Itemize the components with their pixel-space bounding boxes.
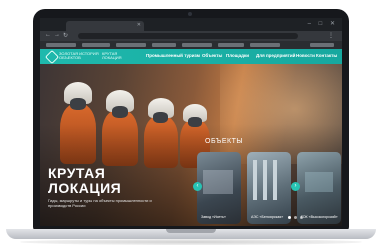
bookmark-item[interactable] bbox=[182, 43, 212, 47]
carousel-dots bbox=[288, 216, 328, 220]
bookmark-item[interactable] bbox=[46, 43, 76, 47]
objects-heading: ОБЪЕКТЫ bbox=[205, 138, 244, 145]
site-logo[interactable]: ЗОЛОТАЯ ИСТОРИЯ ОБЪЕКТОВ bbox=[44, 49, 99, 65]
forward-icon[interactable]: → bbox=[54, 32, 60, 38]
tab-close-icon[interactable]: ✕ bbox=[137, 22, 141, 28]
browser-tab[interactable]: ✕ bbox=[66, 21, 144, 31]
nav-item-for-companies[interactable]: Для предприятий bbox=[256, 53, 295, 58]
browser-tabbar: ✕ – □ ✕ bbox=[40, 18, 342, 31]
nav-item-objects[interactable]: Объекты bbox=[202, 53, 222, 58]
bookmark-item[interactable] bbox=[116, 43, 146, 47]
laptop-shadow bbox=[20, 239, 362, 245]
url-input[interactable] bbox=[78, 33, 298, 39]
carousel-dot[interactable] bbox=[300, 216, 303, 219]
laptop-notch bbox=[166, 229, 216, 233]
bookmark-item[interactable] bbox=[310, 43, 334, 47]
object-card[interactable]: Завод «Исеть» bbox=[197, 152, 241, 224]
bookmark-item[interactable] bbox=[250, 43, 280, 47]
carousel-dot[interactable] bbox=[294, 216, 297, 219]
logo-text: ЗОЛОТАЯ ИСТОРИЯ ОБЪЕКТОВ bbox=[59, 51, 99, 60]
window-controls[interactable]: – □ ✕ bbox=[308, 20, 338, 27]
objects-carousel: Завод «Исеть» АЭС «Белоярская» ГОК «Высо… bbox=[193, 152, 342, 224]
site-logo-secondary[interactable]: КРУТАЯ ЛОКАЦИЯ bbox=[102, 52, 132, 60]
nav-item-venues[interactable]: Площадки bbox=[226, 53, 249, 58]
bookmark-item[interactable] bbox=[82, 43, 110, 47]
menu-icon[interactable]: ⋮ bbox=[328, 32, 334, 39]
object-card-label: АЭС «Белоярская» bbox=[251, 214, 284, 219]
nav-item-contacts[interactable]: Контакты bbox=[316, 53, 337, 58]
site-header: ЗОЛОТАЯ ИСТОРИЯ ОБЪЕКТОВ КРУТАЯ ЛОКАЦИЯ … bbox=[40, 49, 342, 65]
bookmarks-bar bbox=[40, 41, 342, 49]
chevron-right-icon[interactable]: › bbox=[291, 182, 300, 191]
bookmark-item[interactable] bbox=[152, 43, 176, 47]
hero-title: КРУТАЯ ЛОКАЦИЯ bbox=[48, 166, 121, 196]
nav-item-industrial-tourism[interactable]: Промышленный туризм bbox=[146, 53, 200, 58]
bookmark-item[interactable] bbox=[218, 43, 244, 47]
browser-address-bar: ← → ↻ ⋮ bbox=[40, 31, 342, 41]
carousel-dot[interactable] bbox=[288, 216, 291, 219]
object-card[interactable]: АЭС «Белоярская» bbox=[247, 152, 291, 224]
main-nav: Промышленный туризм Объекты Площадки Для… bbox=[146, 53, 340, 61]
logo-mark-icon bbox=[44, 49, 60, 65]
hero-subtitle: Гиды, маршруты и туры на объекты промышл… bbox=[48, 198, 152, 208]
nav-item-news[interactable]: Новости bbox=[296, 53, 315, 58]
hero-title-line2: ЛОКАЦИЯ bbox=[48, 180, 122, 196]
object-card[interactable]: ГОК «Высокогорский» bbox=[297, 152, 341, 224]
reload-icon[interactable]: ↻ bbox=[63, 32, 68, 39]
object-card-label: Завод «Исеть» bbox=[201, 214, 226, 219]
back-icon[interactable]: ← bbox=[45, 32, 51, 38]
hero-title-line1: КРУТАЯ bbox=[48, 165, 106, 181]
laptop-screen: ✕ – □ ✕ ← → ↻ ⋮ ЗОЛОТАЯ ИСТОРИЯ ОБЪЕКТОВ… bbox=[40, 18, 342, 226]
hero-section: КРУТАЯ ЛОКАЦИЯ Гиды, маршруты и туры на … bbox=[40, 64, 342, 226]
chevron-left-icon[interactable]: ‹ bbox=[193, 182, 202, 191]
webcam bbox=[188, 12, 192, 16]
